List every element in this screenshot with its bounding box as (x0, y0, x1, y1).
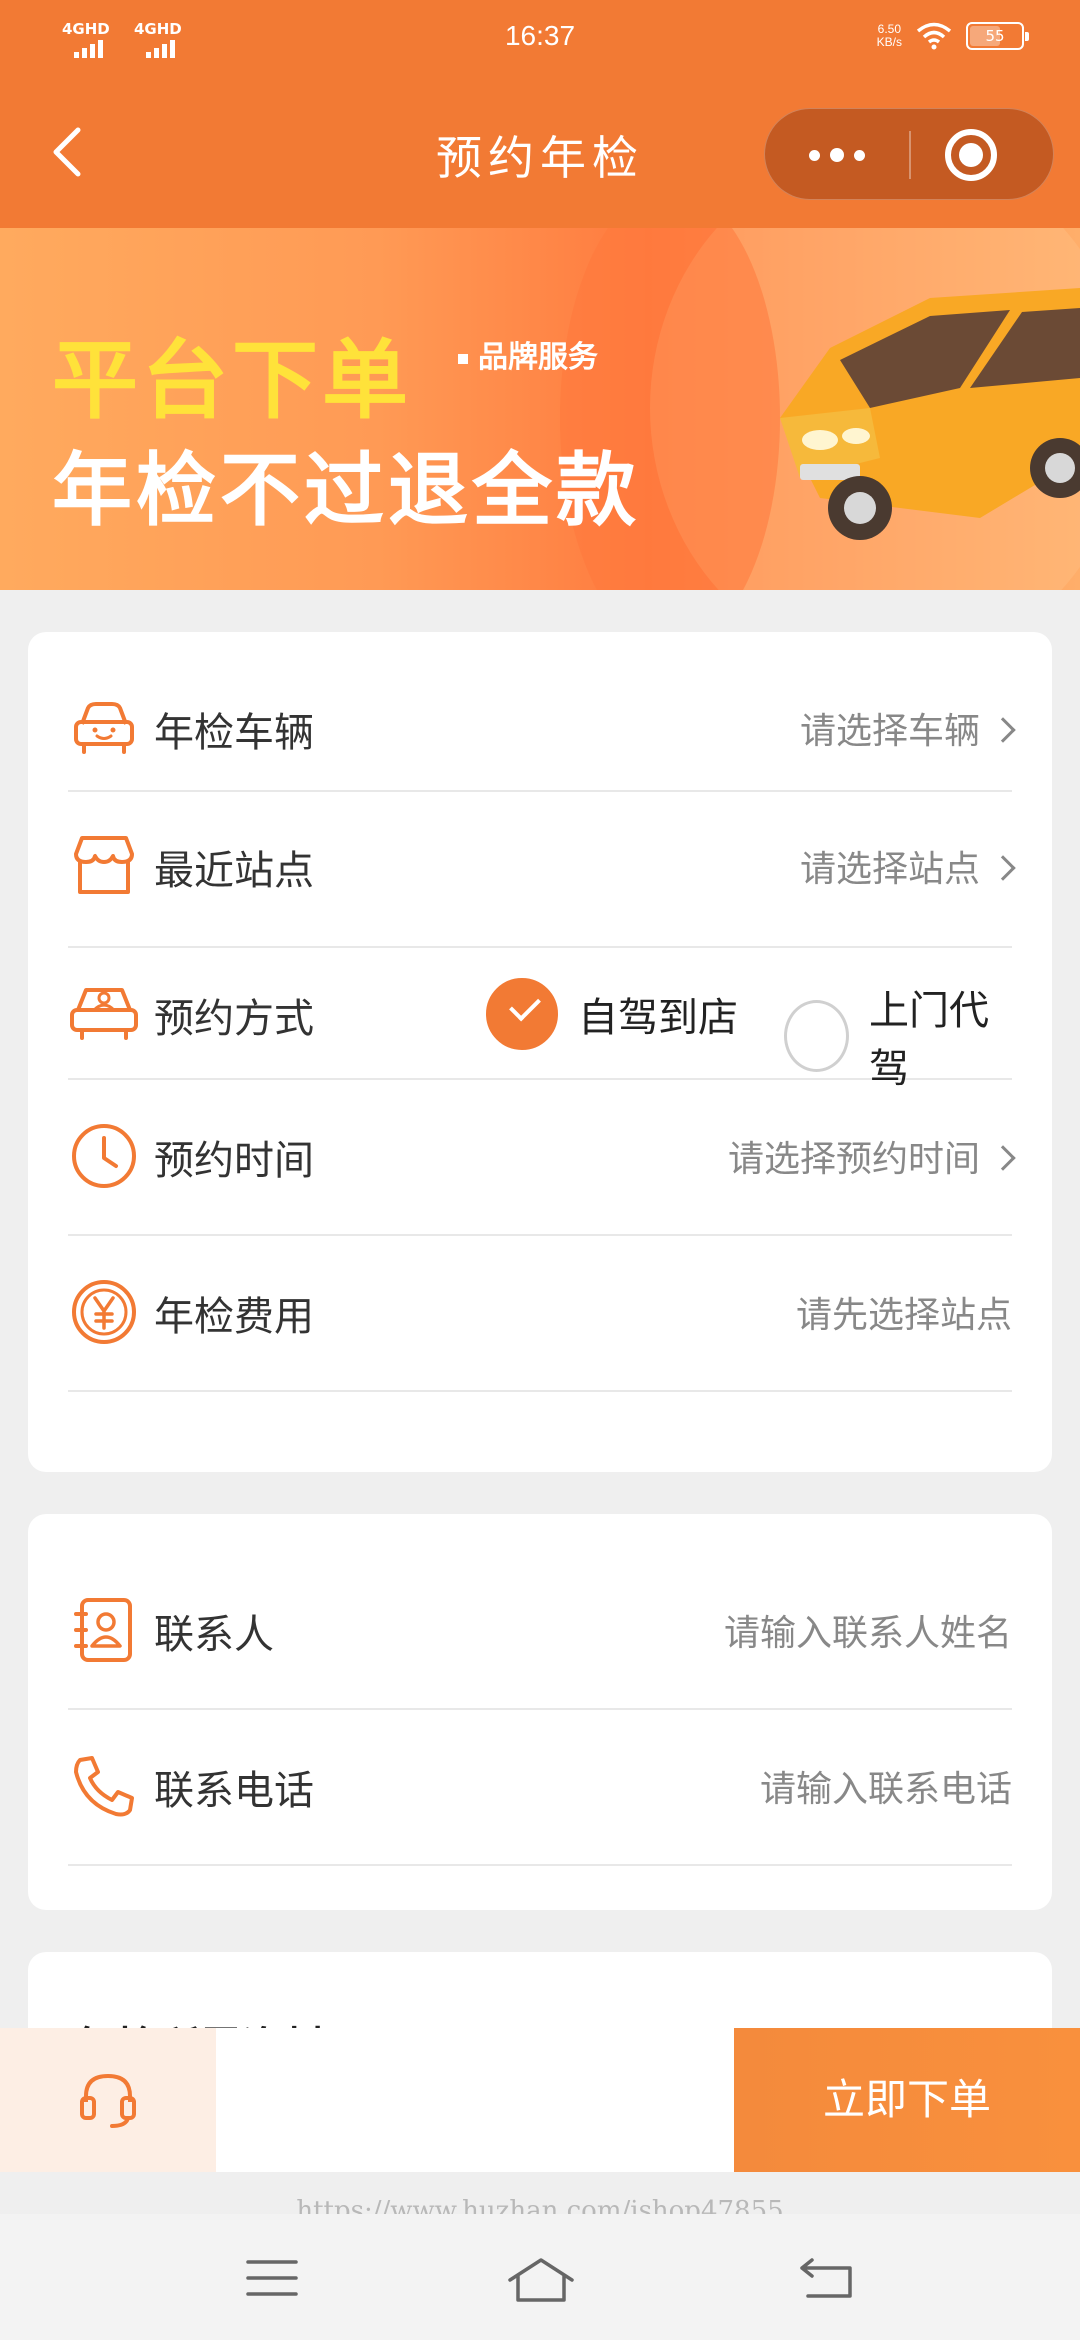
pickup-driver-label: 上门代驾 (868, 988, 989, 1092)
back-nav-icon[interactable] (798, 2256, 854, 2300)
pickup-driver-option[interactable]: 上门代驾 (784, 978, 1012, 1094)
banner-tag: 品牌服务 (458, 332, 598, 376)
fee-value: 请先选择站点 (795, 1295, 1012, 1336)
capsule-divider (909, 131, 911, 179)
bottom-action-bar: 立即下单 (0, 2028, 1080, 2172)
station-value: 请选择站点 (799, 840, 1016, 892)
fee-label: 年检费用 (154, 1294, 314, 1340)
contact-card: 联系人 请输入联系人姓名 联系电话 请输入联系电话 (28, 1514, 1052, 1910)
time-row[interactable]: 预约时间 请选择预约时间 (68, 1080, 1016, 1236)
network-speed: 6.50 KB/s (877, 23, 902, 49)
vehicle-label: 年检车辆 (154, 710, 314, 756)
car-icon (74, 702, 134, 754)
vehicle-row[interactable]: 年检车辆 请选择车辆 (68, 662, 1016, 792)
wifi-icon (916, 22, 952, 50)
method-label: 预约方式 (154, 996, 314, 1042)
contact-book-icon (74, 1598, 132, 1662)
speed-unit: KB/s (876, 35, 902, 49)
yen-icon (72, 1280, 136, 1344)
home-icon[interactable] (506, 2256, 576, 2304)
promo-banner[interactable]: 平台下单 品牌服务 年检不过退全款 (0, 228, 1080, 590)
more-options-icon[interactable] (765, 109, 909, 201)
chevron-right-icon (990, 717, 1016, 743)
booking-card: 年检车辆 请选择车辆 最近站点 请选择站点 预约方式 自驾到店 上门代驾 预约时… (28, 632, 1052, 1472)
contact-name-label: 联系人 (154, 1612, 274, 1658)
radio-checked-icon (486, 978, 558, 1050)
car-illustration (780, 288, 1080, 540)
contact-phone-label: 联系电话 (154, 1768, 314, 1814)
time-value: 请选择预约时间 (727, 1130, 1016, 1182)
vehicle-value: 请选择车辆 (799, 702, 1016, 754)
menu-icon[interactable] (244, 2256, 300, 2300)
chevron-right-icon (990, 1145, 1016, 1171)
place-order-button[interactable]: 立即下单 (734, 2028, 1080, 2172)
contact-name-input[interactable]: 请输入联系人姓名 (724, 1604, 1012, 1656)
store-icon (74, 836, 134, 894)
vehicle-placeholder: 请选择车辆 (799, 711, 980, 752)
header: 4GHD 4GHD 16:37 6.50 KB/s 55 预约年检 (0, 0, 1080, 228)
status-bar: 4GHD 4GHD 16:37 6.50 KB/s 55 (0, 0, 1080, 80)
radio-unchecked-icon (784, 1000, 849, 1072)
contact-phone-row[interactable]: 联系电话 请输入联系电话 (68, 1710, 1012, 1866)
clock-icon (72, 1124, 136, 1188)
close-miniprogram-icon[interactable] (945, 129, 997, 181)
nav-bar: 预约年检 (0, 80, 1080, 228)
time-placeholder: 请选择预约时间 (727, 1139, 980, 1180)
method-row: 预约方式 自驾到店 上门代驾 (68, 948, 1012, 1092)
chevron-right-icon (990, 855, 1016, 881)
station-row[interactable]: 最近站点 请选择站点 (68, 792, 1016, 948)
phone-icon (74, 1756, 134, 1817)
contact-phone-input[interactable]: 请输入联系电话 (760, 1760, 1012, 1812)
system-nav-bar (0, 2214, 1080, 2340)
station-label: 最近站点 (154, 848, 314, 894)
banner-headline: 平台下单 (52, 331, 412, 431)
banner-subheadline: 年检不过退全款 (52, 444, 640, 537)
station-placeholder: 请选择站点 (799, 849, 980, 890)
battery-icon: 55 (966, 22, 1029, 50)
driver-icon (70, 988, 138, 1040)
customer-service-button[interactable] (0, 2028, 216, 2172)
fee-row: 年检费用 请先选择站点 (68, 1236, 1012, 1392)
self-drive-option[interactable]: 自驾到店 (486, 978, 738, 1050)
self-drive-label: 自驾到店 (578, 995, 738, 1041)
miniprogram-capsule (764, 108, 1054, 200)
contact-name-row[interactable]: 联系人 请输入联系人姓名 (68, 1554, 1012, 1710)
time-label: 预约时间 (154, 1138, 314, 1184)
headset-icon (80, 2073, 136, 2128)
battery-level: 55 (985, 27, 1005, 45)
